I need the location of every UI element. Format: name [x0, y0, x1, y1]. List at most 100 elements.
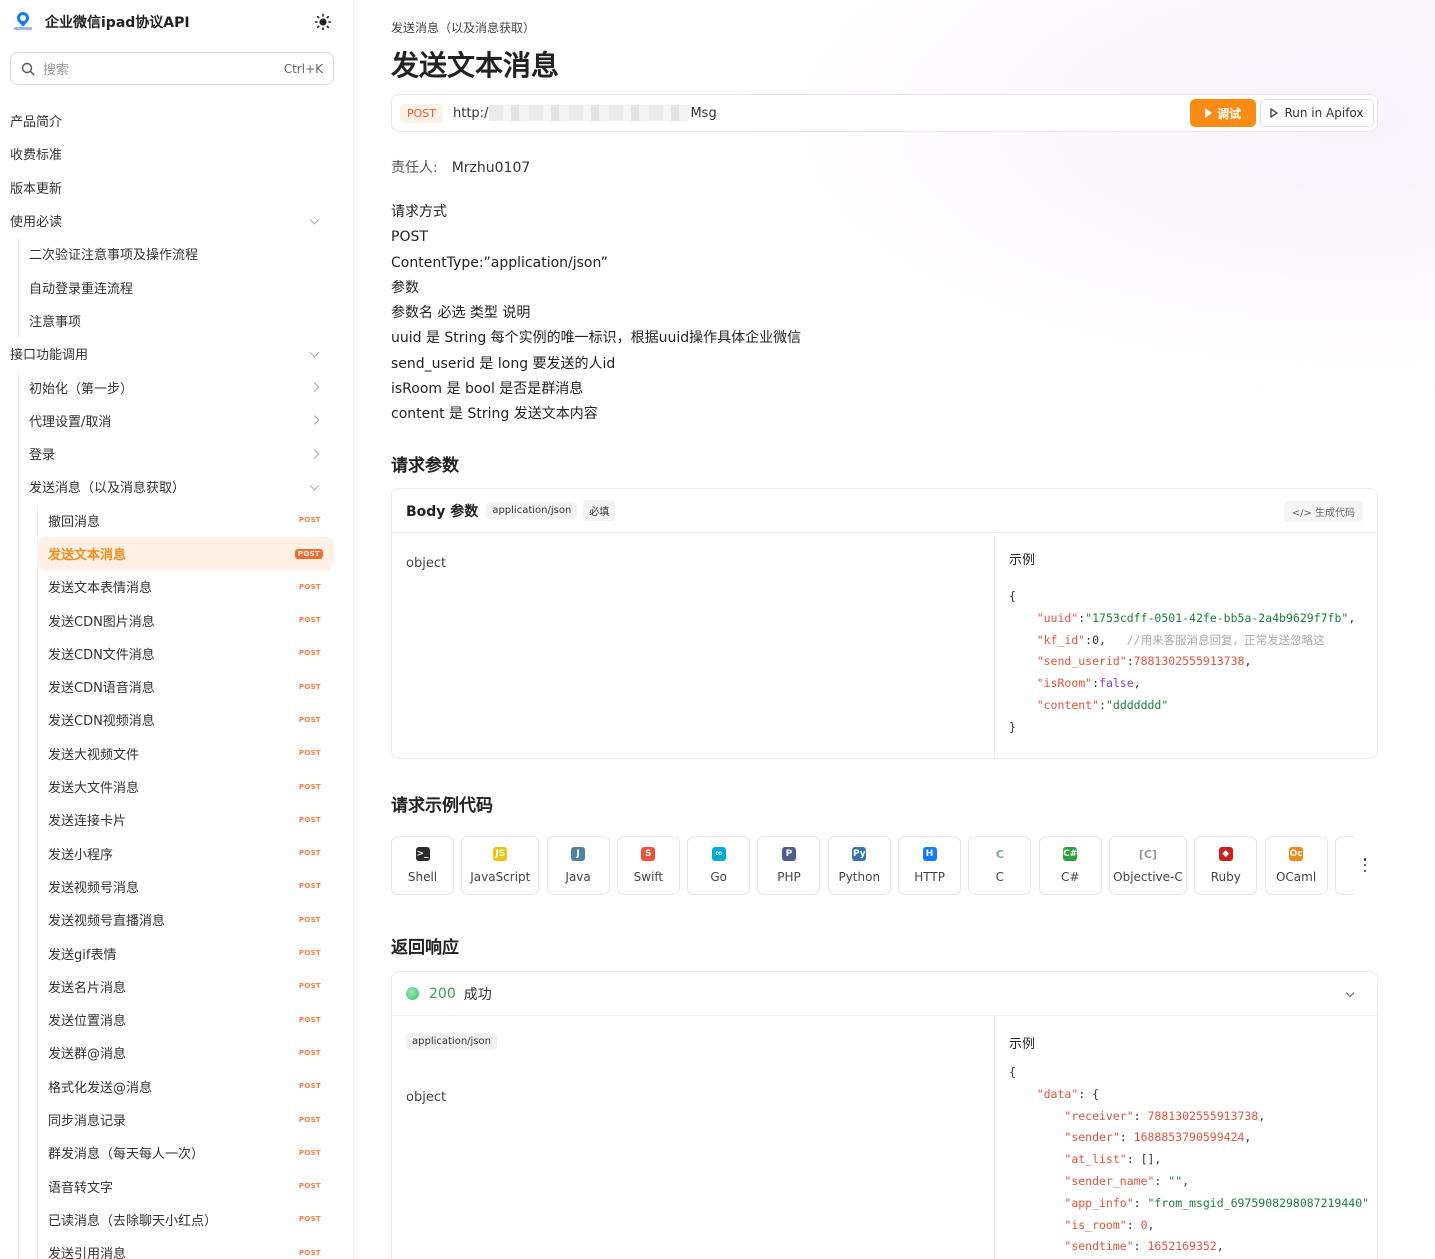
- chevron-down-icon[interactable]: [1345, 988, 1355, 998]
- method-badge: POST: [298, 1082, 321, 1091]
- more-vertical-icon[interactable]: [1363, 858, 1367, 872]
- sidebar-item-endpoint[interactable]: 发送连接卡片 POST: [0, 803, 353, 836]
- language-label: Python: [838, 870, 881, 884]
- sidebar-item-proxy[interactable]: 代理设置/取消: [0, 404, 353, 437]
- sidebar-item-must-read[interactable]: 使用必读: [0, 204, 353, 237]
- response-status-header[interactable]: 200 成功: [392, 972, 1377, 1016]
- language-tab-shell[interactable]: >_ Shell: [391, 836, 454, 895]
- sidebar-item-endpoint[interactable]: 发送名片消息 POST: [0, 970, 353, 1003]
- sample-code-heading: 请求示例代码: [391, 796, 493, 816]
- sidebar-item-api[interactable]: 接口功能调用: [0, 337, 353, 370]
- method-badge: POST: [298, 815, 321, 824]
- ocaml-icon: Oc: [1289, 847, 1304, 861]
- debug-button[interactable]: 调试: [1190, 99, 1256, 127]
- language-tab-objective-c[interactable]: [C] Objective-C: [1108, 836, 1187, 895]
- language-tab-c[interactable]: CC: [968, 836, 1032, 895]
- sidebar-item-endpoint-active[interactable]: 发送文本消息 POST: [37, 536, 334, 571]
- language-tab-python[interactable]: Py Python: [827, 836, 891, 895]
- sidebar-item-endpoint[interactable]: 语音转文字 POST: [0, 1170, 353, 1203]
- generate-code-button[interactable]: </> 生成代码: [1283, 501, 1363, 522]
- search-input[interactable]: 搜索 Ctrl+K: [10, 52, 334, 85]
- language-tab-java[interactable]: J Java: [546, 836, 610, 895]
- language-tab-php[interactable]: P PHP: [757, 836, 821, 895]
- language-tab-http[interactable]: H HTTP: [898, 836, 962, 895]
- response-schema-panel: [392, 1016, 995, 1259]
- search-icon: [21, 62, 35, 76]
- sidebar-item-2fa[interactable]: 二次验证注意事项及操作流程: [0, 237, 353, 270]
- sidebar-item-endpoint[interactable]: 已读消息（去除聊天小红点） POST: [0, 1203, 353, 1236]
- language-label: Go: [710, 870, 727, 884]
- sidebar-item-changelog[interactable]: 版本更新: [0, 171, 353, 204]
- swift-icon: S: [641, 847, 656, 861]
- sidebar-item-endpoint[interactable]: 发送大视频文件 POST: [0, 737, 353, 770]
- sidebar-item-pricing[interactable]: 收费标准: [0, 137, 353, 170]
- body-params-title: Body 参数: [406, 503, 479, 520]
- request-url-bar: POST http:/ Msg 调试 Run in Apifox: [391, 94, 1378, 132]
- method-badge: POST: [298, 915, 321, 924]
- sidebar-item-endpoint[interactable]: 发送视频号消息 POST: [0, 870, 353, 903]
- required-tag: 必填: [583, 500, 616, 521]
- language-tab-da[interactable]: DDa: [1334, 836, 1354, 895]
- request-example-code[interactable]: { "uuid":"1753cdff-0501-42fe-bb5a-2a4b96…: [1009, 586, 1355, 739]
- go-icon: ∞: [711, 847, 726, 861]
- sidebar-item-endpoint[interactable]: 格式化发送@消息 POST: [0, 1070, 353, 1103]
- sidebar-item-endpoint[interactable]: 发送CDN文件消息 POST: [0, 637, 353, 670]
- sidebar-item-endpoint[interactable]: 同步消息记录 POST: [0, 1103, 353, 1136]
- sidebar-item-auto-login[interactable]: 自动登录重连流程: [0, 270, 353, 303]
- sidebar-item-init[interactable]: 初始化（第一步）: [0, 370, 353, 403]
- language-tab-ruby[interactable]: ◆ Ruby: [1194, 836, 1258, 895]
- sidebar-item-notes[interactable]: 注意事项: [0, 304, 353, 337]
- java-icon: J: [571, 847, 586, 861]
- php-icon: P: [781, 847, 796, 861]
- sidebar-item-endpoint[interactable]: 发送小程序 POST: [0, 837, 353, 870]
- sidebar-item-endpoint[interactable]: 发送大文件消息 POST: [0, 770, 353, 803]
- main-content: 发送消息（以及消息获取） 发送文本消息 POST http:/ Msg 调试 R…: [354, 0, 1435, 1259]
- sidebar-item-endpoint[interactable]: 发送引用消息 POST: [0, 1236, 353, 1259]
- language-tab-go[interactable]: ∞ Go: [687, 836, 751, 895]
- description-line: 参数名 必选 类型 说明: [391, 305, 531, 322]
- description-line: 请求方式: [391, 204, 447, 220]
- sidebar-item-endpoint[interactable]: 发送文本表情消息 POST: [0, 570, 353, 603]
- method-badge: POST: [298, 882, 321, 891]
- language-label: Objective-C: [1113, 870, 1183, 884]
- sidebar-item-endpoint[interactable]: 发送CDN语音消息 POST: [0, 670, 353, 703]
- sidebar-item-endpoint[interactable]: 撤回消息 POST: [0, 504, 353, 537]
- sidebar-item-endpoint[interactable]: 发送CDN视频消息 POST: [0, 703, 353, 736]
- sidebar-item-endpoint[interactable]: 发送群@消息 POST: [0, 1036, 353, 1069]
- schema-type: object: [406, 556, 447, 571]
- language-tab-swift[interactable]: S Swift: [616, 836, 680, 895]
- response-schema-type: object: [406, 1090, 447, 1105]
- content-type-tag: application/json: [486, 502, 578, 519]
- sidebar-item-endpoint[interactable]: 发送位置消息 POST: [0, 1003, 353, 1036]
- language-label: Ruby: [1210, 870, 1241, 884]
- sidebar-item-intro[interactable]: 产品简介: [0, 104, 353, 137]
- body-params-card: Body 参数 application/json 必填 </> 生成代码 obj…: [391, 488, 1378, 759]
- sidebar-item-endpoint[interactable]: 发送CDN图片消息 POST: [0, 603, 353, 636]
- response-heading: 返回响应: [391, 938, 459, 958]
- method-badge: POST: [298, 516, 321, 525]
- language-tab-javascript[interactable]: JS JavaScript: [461, 836, 540, 895]
- language-label: JavaScript: [470, 870, 531, 884]
- language-label: Java: [565, 870, 591, 884]
- app-title: 企业微信ipad协议API: [45, 15, 190, 31]
- sidebar-item-endpoint[interactable]: 发送gif表情 POST: [0, 936, 353, 969]
- sidebar-item-login[interactable]: 登录: [0, 437, 353, 470]
- run-in-apifox-button[interactable]: Run in Apifox: [1260, 99, 1374, 127]
- url-prefix[interactable]: http:/: [453, 106, 488, 121]
- sidebar-item-send-messages[interactable]: 发送消息（以及消息获取）: [0, 470, 353, 503]
- brand[interactable]: 企业微信ipad协议API: [14, 9, 190, 34]
- method-badge: POST: [298, 1215, 321, 1224]
- sidebar-item-endpoint[interactable]: 发送视频号直播消息 POST: [0, 903, 353, 936]
- language-tab-ocaml[interactable]: Oc OCaml: [1264, 836, 1328, 895]
- response-example-code[interactable]: { "data": { "receiver": 7881302555913738…: [1009, 1062, 1369, 1258]
- play-icon: [1204, 108, 1212, 118]
- method-badge: POST: [298, 849, 321, 858]
- url-suffix[interactable]: Msg: [690, 106, 716, 121]
- description-line: POST: [391, 229, 428, 246]
- language-tab-c-[interactable]: C# C#: [1038, 836, 1102, 895]
- brand-logo-icon: [14, 9, 32, 32]
- description-line: content 是 String 发送文本内容: [391, 406, 598, 423]
- sun-icon[interactable]: [314, 13, 332, 31]
- sidebar-item-endpoint[interactable]: 群发消息（每天每人一次） POST: [0, 1136, 353, 1169]
- breadcrumb[interactable]: 发送消息（以及消息获取）: [391, 19, 535, 36]
